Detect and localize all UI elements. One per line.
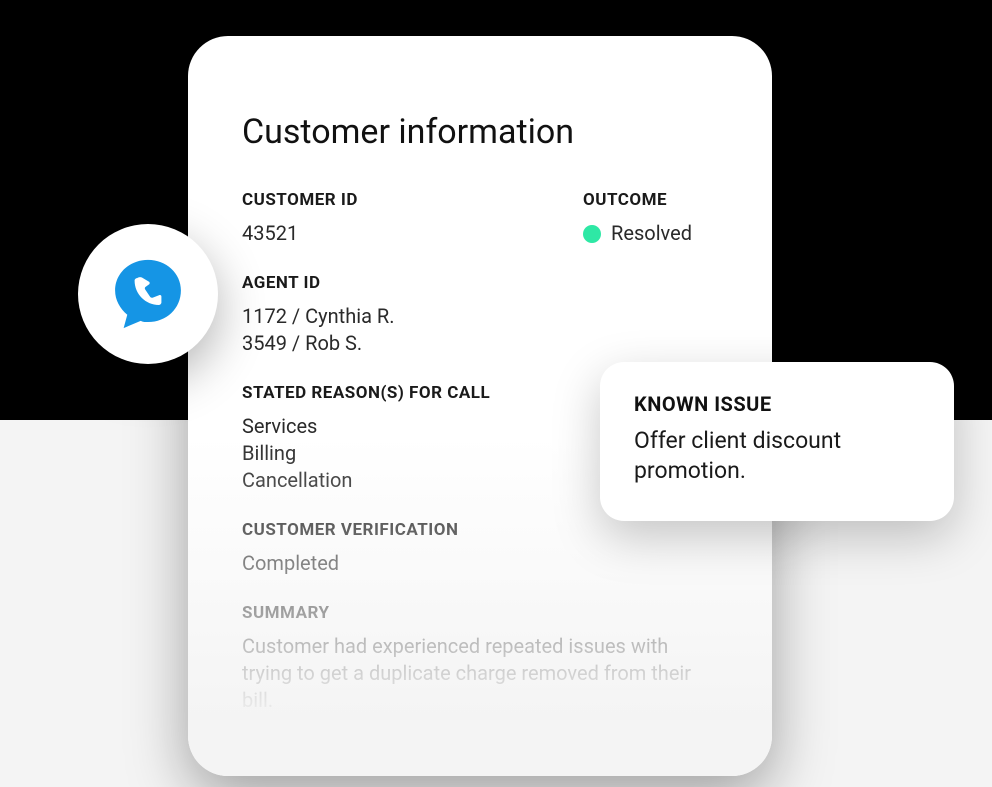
card-title: Customer information	[242, 112, 718, 152]
agent-id-label: AGENT ID	[242, 273, 718, 293]
verification-value: Completed	[242, 550, 718, 577]
phone-call-icon	[109, 255, 187, 333]
known-issue-label: KNOWN ISSUE	[634, 392, 920, 416]
agent-id-field: AGENT ID 1172 / Cynthia R. 3549 / Rob S.	[242, 273, 718, 357]
customer-id-field: CUSTOMER ID 43521	[242, 190, 358, 247]
agent-id-value-1: 1172 / Cynthia R.	[242, 303, 718, 330]
customer-id-value: 43521	[242, 220, 358, 247]
outcome-label: OUTCOME	[583, 190, 692, 210]
known-issue-card: KNOWN ISSUE Offer client discount promot…	[600, 362, 954, 521]
summary-field: SUMMARY Customer had experienced repeate…	[242, 603, 718, 714]
verification-label: CUSTOMER VERIFICATION	[242, 520, 718, 540]
status-dot-icon	[583, 225, 601, 243]
verification-field: CUSTOMER VERIFICATION Completed	[242, 520, 718, 577]
outcome-field: OUTCOME Resolved	[583, 190, 718, 247]
summary-label: SUMMARY	[242, 603, 718, 623]
outcome-value: Resolved	[611, 220, 692, 247]
phone-badge	[78, 224, 218, 364]
summary-value: Customer had experienced repeated issues…	[242, 633, 702, 714]
known-issue-text: Offer client discount promotion.	[634, 426, 920, 487]
agent-id-value-2: 3549 / Rob S.	[242, 330, 718, 357]
customer-id-label: CUSTOMER ID	[242, 190, 358, 210]
